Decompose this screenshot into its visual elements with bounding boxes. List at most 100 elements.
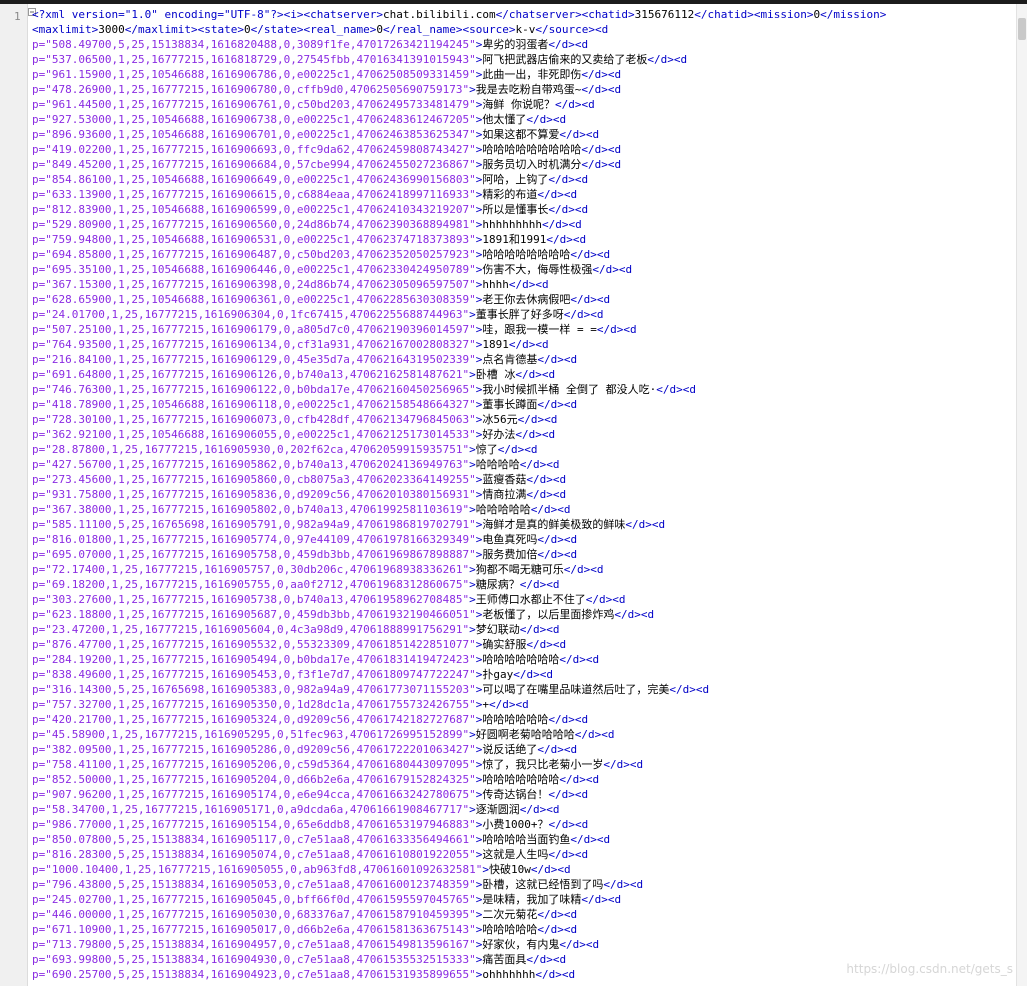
xml-text-token: 卧槽，这就已经悟到了吗 [482,878,604,891]
code-line: p="273.45600,1,25,16777215,1616905860,0,… [32,472,1017,487]
code-line: p="507.25100,1,25,16777215,1616906179,0,… [32,322,1017,337]
xml-text-token: 确实舒服 [482,638,527,651]
xml-tag-token: </d><d [546,233,587,246]
xml-attribute-token: p="628.65900,1,25,10546688,1616906361,0,… [32,293,476,306]
code-editor[interactable]: <?xml version="1.0" encoding="UTF-8"?><i… [32,4,1017,986]
xml-attribute-token: p="961.15900,1,25,10546688,1616906786,0,… [32,68,476,81]
xml-tag-token: </d><d [526,953,567,966]
code-line: p="876.47700,1,25,16777215,1616905532,0,… [32,637,1017,652]
xml-tag-token: </d><d [585,593,626,606]
code-line: p="728.30100,1,25,16777215,1616906073,0,… [32,412,1017,427]
xml-tag-token: </d><d [526,113,567,126]
code-line: p="757.32700,1,25,16777215,1616905350,0,… [32,697,1017,712]
xml-text-token: 痛苦面具 [482,953,527,966]
vertical-scrollbar[interactable] [1016,4,1027,986]
code-line: p="713.79800,5,25,15138834,1616904957,0,… [32,937,1017,952]
xml-tag-token: </d><d [563,308,604,321]
xml-attribute-token: p="72.17400,1,25,16777215,1616905757,0,3… [32,563,470,576]
xml-text-token: 惊了 [475,443,498,456]
code-line: p="367.38000,1,25,16777215,1616905802,0,… [32,502,1017,517]
xml-tag-token: </real_name><source> [383,23,516,36]
xml-tag-token: </d><d [519,623,560,636]
xml-text-token: 糖尿病？ [475,578,520,591]
xml-tag-token: </d><d [581,68,622,81]
xml-text-token: 冰56元 [482,413,518,426]
xml-attribute-token: p="585.11100,5,25,16765698,1616905791,0,… [32,518,476,531]
code-line: p="478.26900,1,25,16777215,1616906780,0,… [32,82,1017,97]
code-line: p="849.45200,1,25,16777215,1616906684,0,… [32,157,1017,172]
code-line: p="508.49700,5,25,15138834,1616820488,0,… [32,37,1017,52]
xml-tag-token: </d><d [548,713,589,726]
xml-tag-token: </d><d [559,128,600,141]
xml-text-token: 好家伙，有内鬼 [482,938,560,951]
code-line: p="537.06500,1,25,16777215,1616818729,0,… [32,52,1017,67]
xml-attribute-token: p="507.25100,1,25,16777215,1616906179,0,… [32,323,476,336]
xml-text-token: 阿飞把武器店偷来的又卖给了老板 [482,53,648,66]
xml-tag-token: <maxlimit> [32,23,99,36]
xml-tag-token: > [469,593,476,606]
xml-tag-token: </d><d [592,263,633,276]
xml-text-token: 王师傅口水都止不住了 [475,593,586,606]
code-line: p="216.84100,1,25,16777215,1616906129,0,… [32,352,1017,367]
xml-attribute-token: p="23.47200,1,25,16777215,1616905604,0,4… [32,623,470,636]
code-line: p="961.15900,1,25,10546688,1616906786,0,… [32,67,1017,82]
xml-tag-token: </d><d [603,758,644,771]
scrollbar-thumb[interactable] [1018,18,1026,40]
xml-text-token: 老板懂了，以后里面掺炸鸡 [482,608,615,621]
xml-tag-token: </d><d [554,98,595,111]
xml-tag-token: </d><d [614,608,655,621]
xml-text-token: ohhhhhhh [482,968,536,981]
code-line: p="695.07000,1,25,16777215,1616905758,0,… [32,547,1017,562]
xml-attribute-token: p="58.34700,1,25,16777215,1616905171,0,a… [32,803,470,816]
xml-tag-token: </d><d [581,893,622,906]
xml-text-token: 可以喝了在嘴里品味道然后吐了，完美 [482,683,670,696]
xml-tag-token: </d><d [559,773,600,786]
xml-tag-token: > [469,83,476,96]
xml-attribute-token: p="316.14300,5,25,16765698,1616905383,0,… [32,683,476,696]
xml-attribute-token: p="854.86100,1,25,10546688,1616906649,0,… [32,173,476,186]
xml-tag-token: </d><d [537,923,578,936]
code-line: p="986.77000,1,25,16777215,1616905154,0,… [32,817,1017,832]
xml-tag-token: </d><d [596,323,637,336]
xml-attribute-token: p="816.01800,1,25,16777215,1616905774,0,… [32,533,476,546]
xml-attribute-token: p="1000.10400,1,25,16777215,1616905055,0… [32,863,483,876]
xml-text-token: 哈哈哈哈哈哈哈哈 [482,248,571,261]
xml-text-token: 狗都不喝无糖可乐 [475,563,564,576]
xml-attribute-token: p="427.56700,1,25,16777215,1616905862,0,… [32,458,470,471]
xml-text-token: 说反话绝了 [482,743,538,756]
xml-text-token: 蓝瘦香菇 [482,473,527,486]
xml-text-token: 董事长蹲面 [482,398,538,411]
xml-attribute-token: p="986.77000,1,25,16777215,1616905154,0,… [32,818,476,831]
xml-tag-token: </chatid><mission> [694,8,814,21]
xml-text-token: 点名肯德基 [482,353,538,366]
xml-tag-token: > [469,308,476,321]
code-line: p="628.65900,1,25,10546688,1616906361,0,… [32,292,1017,307]
line-number-gutter: 1 [0,4,28,986]
watermark: https://blog.csdn.net/gets_s [846,962,1013,976]
xml-tag-token: </source><d [535,23,609,36]
code-line: p="961.44500,1,25,16777215,1616906761,0,… [32,97,1017,112]
xml-text-token: 这就是人生吗 [482,848,549,861]
xml-text-token: 3000 [98,23,125,36]
code-line: p="671.10900,1,25,16777215,1616905017,0,… [32,922,1017,937]
xml-text-token: 哈哈哈哈哈哈哈 [482,653,560,666]
xml-text-token: 惊了，我只比老菊小一岁 [482,758,604,771]
xml-attribute-token: p="812.83900,1,25,10546688,1616906599,0,… [32,203,476,216]
code-line: p="58.34700,1,25,16777215,1616905171,0,a… [32,802,1017,817]
xml-text-token: 情商拉满 [482,488,527,501]
xml-text-token: 如果这都不算爱 [482,128,560,141]
xml-text-token: 老王你去休病假吧 [482,293,571,306]
xml-tag-token: </d><d [537,188,578,201]
xml-text-token: 所以是懂事长 [482,203,549,216]
xml-tag-token: </d><d [548,203,589,216]
xml-source: <?xml version="1.0" encoding="UTF-8"?><i… [32,4,1017,982]
xml-attribute-token: p="537.06500,1,25,16777215,1616818729,0,… [32,53,476,66]
xml-text-token: 好办法 [482,428,516,441]
code-line: p="72.17400,1,25,16777215,1616905757,0,3… [32,562,1017,577]
xml-attribute-token: p="746.76300,1,25,16777215,1616906122,0,… [32,383,476,396]
xml-text-token: 哈哈哈哈哈 [475,503,531,516]
xml-attribute-token: p="45.58900,1,25,16777215,1616905295,0,5… [32,728,470,741]
code-line: p="427.56700,1,25,16777215,1616905862,0,… [32,457,1017,472]
xml-tag-token: <?xml version="1.0" encoding="UTF-8"?><i… [32,8,383,21]
xml-text-token: + [482,698,489,711]
